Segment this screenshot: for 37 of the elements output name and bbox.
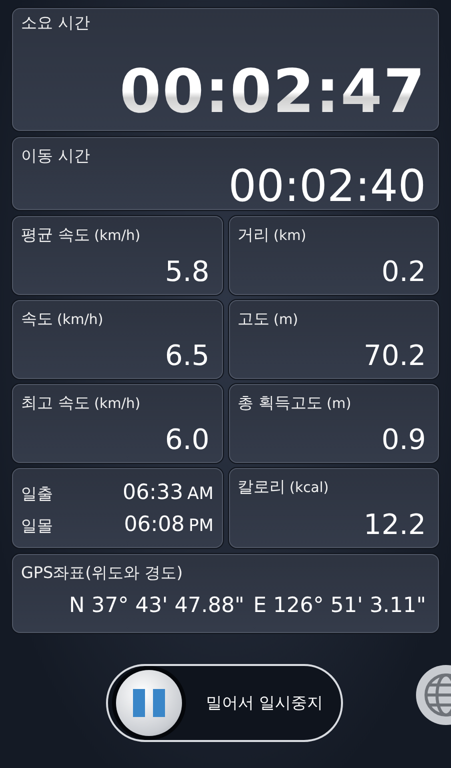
pause-icon — [116, 670, 182, 736]
panel-label: 소요 시간 — [21, 13, 90, 32]
stat-label: 고도 — [238, 309, 270, 328]
unit-label: (km/h) — [94, 396, 140, 413]
moving-time: 00:02:40 — [228, 165, 427, 210]
stat-value: 5.8 — [164, 258, 210, 286]
unit-label: (m) — [326, 396, 352, 413]
stat-label: 칼로리 — [238, 477, 286, 496]
globe-icon[interactable] — [413, 663, 451, 727]
unit-label: (km) — [274, 228, 306, 245]
stat-label: 최고 속도 — [21, 393, 90, 412]
unit-label: (kcal) — [290, 480, 329, 497]
stat-value: 6.5 — [164, 342, 210, 370]
sun-label: 일몰 — [21, 516, 53, 535]
sun-label: 일출 — [21, 484, 53, 504]
time-period: AM — [187, 483, 214, 506]
stat-value: 0.9 — [381, 426, 427, 454]
stat-label: 속도 — [21, 309, 53, 328]
stat-value: 12.2 — [364, 511, 427, 539]
longitude: E 126° 51' 3.11" — [253, 592, 426, 620]
unit-label: (km/h) — [94, 228, 140, 245]
stat-value: 70.2 — [364, 342, 427, 370]
stat-label: 총 획득고도 — [238, 393, 323, 412]
latitude: N 37° 43' 47.88" — [69, 592, 244, 620]
sun-time: 06:08 — [124, 510, 185, 538]
gps-label: GPS좌표(위도와 경도) — [21, 563, 184, 582]
stat-value: 6.0 — [164, 426, 210, 454]
stat-label: 평균 속도 — [21, 225, 90, 244]
unit-label: (km/h) — [57, 312, 104, 329]
slide-to-pause-control[interactable]: 밀어서 일시중지 — [106, 664, 343, 742]
slider-label: 밀어서 일시중지 — [206, 692, 324, 714]
stat-value: 0.2 — [381, 258, 427, 286]
sun-time: 06:33 — [122, 479, 184, 506]
unit-label: (m) — [274, 312, 298, 329]
stat-label: 거리 — [238, 225, 270, 244]
time-period: PM — [188, 514, 214, 538]
panel-label: 이동 시간 — [21, 146, 90, 166]
